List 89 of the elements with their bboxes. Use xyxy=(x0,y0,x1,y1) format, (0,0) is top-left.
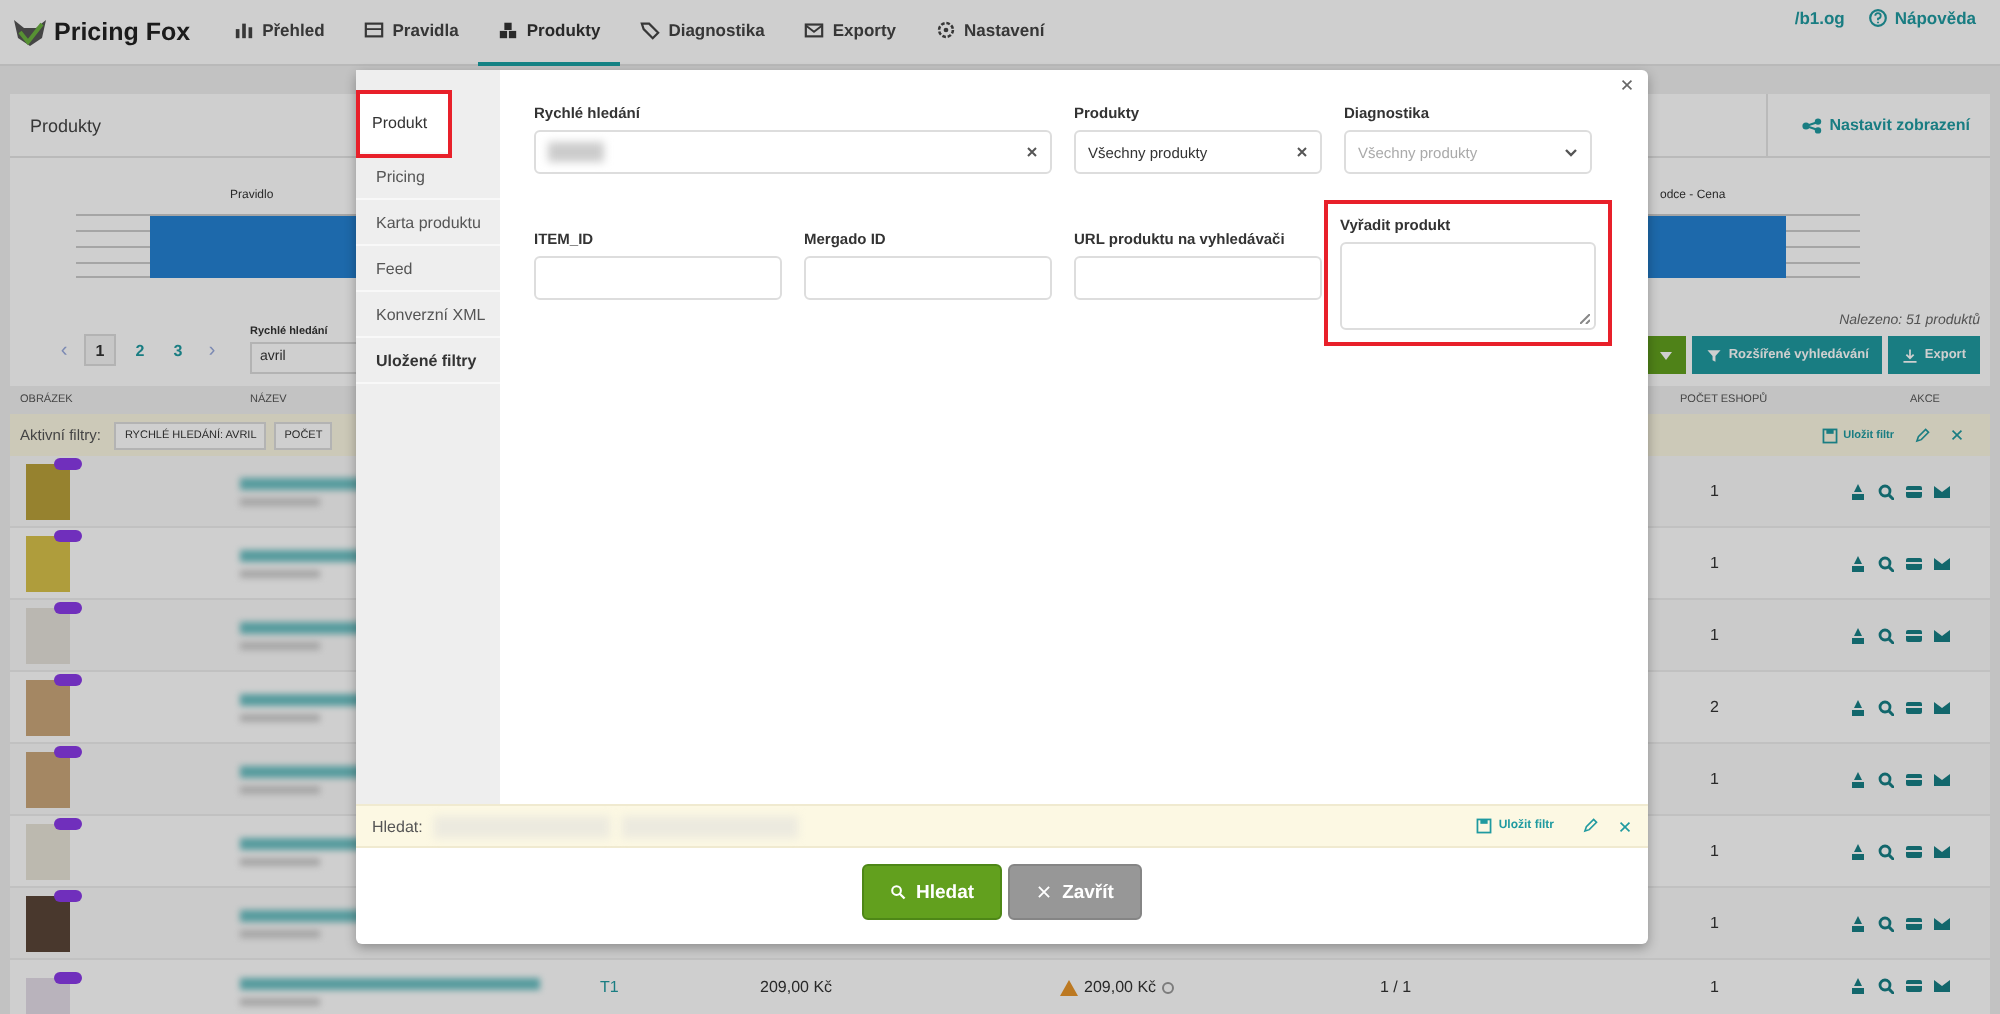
card-icon[interactable] xyxy=(1906,771,1922,787)
tag-icon xyxy=(640,20,661,40)
sidebar-tab[interactable]: Uložené filtry xyxy=(356,338,500,384)
envelope-icon[interactable] xyxy=(1934,699,1950,715)
label-badge xyxy=(54,889,82,901)
card-icon[interactable] xyxy=(1906,555,1922,571)
card-icon[interactable] xyxy=(1906,699,1922,715)
search-icon[interactable] xyxy=(1878,627,1894,643)
chevron-down-icon xyxy=(1564,147,1578,157)
search-icon xyxy=(889,884,906,900)
eshop-count-cell-text: 1 xyxy=(1708,842,1721,860)
download-icon xyxy=(1902,347,1919,363)
label-badge xyxy=(54,529,82,541)
search-icon[interactable] xyxy=(1878,915,1894,931)
pencil-icon[interactable] xyxy=(1914,427,1930,443)
eshop-count-cell-text: 1 xyxy=(1708,554,1721,572)
sidebar-tab[interactable]: Karta produktu xyxy=(356,200,500,246)
ratio-cell-text: 1 / 1 xyxy=(1380,978,1414,996)
eshop-count-cell-text: 2 xyxy=(1708,698,1721,716)
sidebar-tab[interactable]: Produkt xyxy=(360,94,448,154)
eshop-count-cell-text: 1 xyxy=(1708,770,1721,788)
clear-icon[interactable] xyxy=(1026,146,1038,158)
label-badge xyxy=(54,745,82,757)
share-icon xyxy=(1801,117,1822,133)
bar-chart-icon xyxy=(234,20,255,40)
search-icon[interactable] xyxy=(1878,771,1894,787)
filter-icon xyxy=(1706,347,1723,363)
fox-logo-icon xyxy=(12,16,48,48)
label-badge xyxy=(54,673,82,685)
envelope-icon xyxy=(804,20,825,40)
blurred-value xyxy=(548,142,604,162)
search-field[interactable] xyxy=(534,130,1052,174)
eshop-count-cell-text: 1 xyxy=(1708,626,1721,644)
envelope-icon[interactable] xyxy=(1934,483,1950,499)
brand-name[interactable]: Pricing Fox xyxy=(54,18,191,46)
sidebar-tab[interactable]: Feed xyxy=(356,246,500,292)
envelope-icon[interactable] xyxy=(1934,915,1950,931)
price-cell-text: 209,00 Kč xyxy=(760,978,835,996)
card-icon[interactable] xyxy=(1906,978,1922,994)
envelope-icon[interactable] xyxy=(1934,771,1950,787)
card-icon[interactable] xyxy=(1906,627,1922,643)
card-icon[interactable] xyxy=(1906,843,1922,859)
price-cell: 209,00 Kč xyxy=(1084,978,1157,996)
envelope-icon[interactable] xyxy=(1934,555,1950,571)
close-icon[interactable] xyxy=(1618,819,1632,833)
help-icon xyxy=(1868,8,1889,28)
list-icon xyxy=(364,20,385,40)
card-title: Produkty xyxy=(30,115,102,135)
resize-handle-icon xyxy=(1580,314,1590,324)
envelope-icon[interactable] xyxy=(1934,978,1950,994)
search-icon[interactable] xyxy=(1878,978,1894,994)
close-icon[interactable] xyxy=(1950,428,1964,442)
label-badge xyxy=(54,972,82,984)
input-field[interactable] xyxy=(534,256,782,300)
search-icon[interactable] xyxy=(1878,483,1894,499)
nav-tab[interactable]: Přehled xyxy=(214,0,345,65)
label-badge xyxy=(54,817,82,829)
close-icon[interactable] xyxy=(1620,78,1634,92)
nav-tab[interactable]: Produkty xyxy=(478,0,621,65)
sidebar-tab[interactable]: Pricing xyxy=(356,154,500,200)
envelope-icon[interactable] xyxy=(1934,627,1950,643)
nav-tab[interactable]: Pravidla xyxy=(344,0,479,65)
nav-tab[interactable]: Diagnostika xyxy=(620,0,785,65)
input-field[interactable] xyxy=(804,256,1052,300)
search-icon[interactable] xyxy=(1878,843,1894,859)
eshop-count-cell-text: 1 xyxy=(1708,978,1721,996)
card-icon[interactable] xyxy=(1906,915,1922,931)
eshop-count-cell-text: 1 xyxy=(1708,914,1721,932)
page-link[interactable]: 1 xyxy=(84,334,116,366)
sidebar-tab[interactable]: Konverzní XML xyxy=(356,292,500,338)
info-icon xyxy=(1162,981,1175,993)
search-icon[interactable] xyxy=(1878,555,1894,571)
label-badge xyxy=(54,601,82,613)
pencil-icon[interactable] xyxy=(1582,818,1598,834)
input-field[interactable] xyxy=(1074,256,1322,300)
clear-icon[interactable] xyxy=(1296,146,1308,158)
search-label: Hledat: xyxy=(372,817,423,835)
nav-tab[interactable]: Exporty xyxy=(784,0,917,65)
warning-icon xyxy=(1060,979,1078,995)
eshop-count-cell-text: 1 xyxy=(1708,482,1721,500)
card-icon[interactable] xyxy=(1906,483,1922,499)
gear-icon xyxy=(936,20,957,40)
close-icon xyxy=(1036,884,1053,900)
nav-tab[interactable]: Nastavení xyxy=(916,0,1065,65)
search-icon[interactable] xyxy=(1878,699,1894,715)
caret-icon xyxy=(1660,351,1673,359)
envelope-icon[interactable] xyxy=(1934,843,1950,859)
label-badge xyxy=(54,457,82,469)
textarea-field[interactable] xyxy=(1340,242,1596,330)
